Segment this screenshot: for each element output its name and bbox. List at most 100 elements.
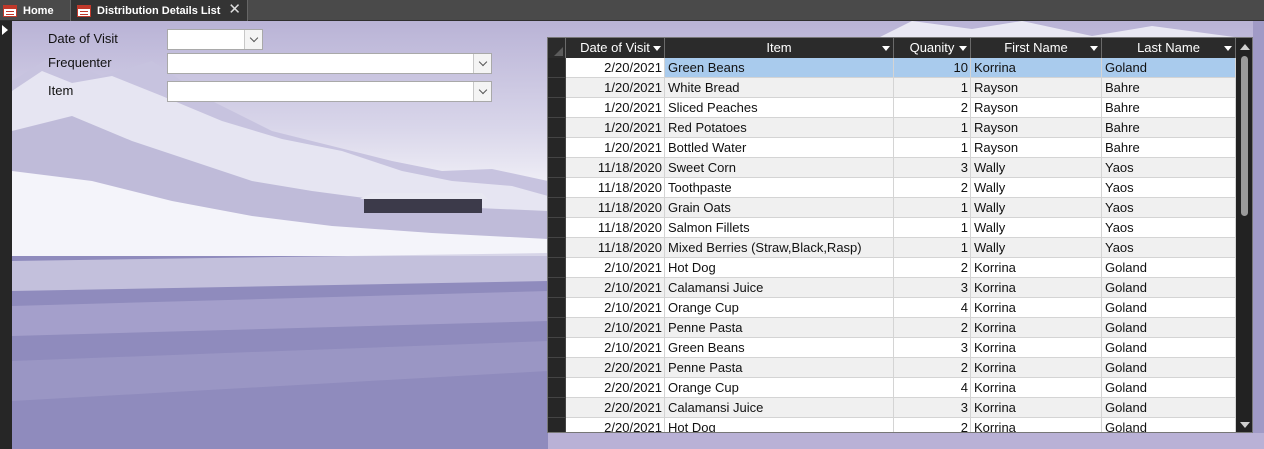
cell-item[interactable]: Toothpaste (665, 178, 894, 198)
cell-date-of-visit[interactable]: 11/18/2020 (566, 238, 665, 258)
cell-item[interactable]: Orange Cup (665, 378, 894, 398)
vertical-scrollbar[interactable] (1236, 38, 1252, 432)
cell-last-name[interactable]: Goland (1102, 358, 1236, 378)
cell-item[interactable]: Grain Oats (665, 198, 894, 218)
cell-date-of-visit[interactable]: 11/18/2020 (566, 178, 665, 198)
cell-quantity[interactable]: 3 (894, 338, 971, 358)
cell-item[interactable]: Calamansi Juice (665, 278, 894, 298)
cell-item[interactable]: Hot Dog (665, 258, 894, 278)
cell-quantity[interactable]: 1 (894, 78, 971, 98)
select-all-corner[interactable] (548, 38, 566, 58)
cell-quantity[interactable]: 2 (894, 418, 971, 432)
table-row[interactable]: 11/18/2020 Salmon Fillets 1 Wally Yaos (548, 218, 1236, 238)
cell-date-of-visit[interactable]: 1/20/2021 (566, 98, 665, 118)
cell-last-name[interactable]: Goland (1102, 338, 1236, 358)
cell-first-name[interactable]: Korrina (971, 338, 1102, 358)
cell-last-name[interactable]: Yaos (1102, 198, 1236, 218)
row-selector[interactable] (548, 98, 566, 118)
cell-first-name[interactable]: Wally (971, 238, 1102, 258)
cell-quantity[interactable]: 3 (894, 398, 971, 418)
cell-date-of-visit[interactable]: 11/18/2020 (566, 158, 665, 178)
table-row[interactable]: 2/20/2021 Hot Dog 2 Korrina Goland (548, 418, 1236, 432)
cell-first-name[interactable]: Rayson (971, 78, 1102, 98)
row-selector[interactable] (548, 78, 566, 98)
cell-quantity[interactable]: 1 (894, 238, 971, 258)
cell-item[interactable]: Green Beans (665, 338, 894, 358)
cell-date-of-visit[interactable]: 11/18/2020 (566, 198, 665, 218)
row-selector[interactable] (548, 398, 566, 418)
cell-first-name[interactable]: Korrina (971, 318, 1102, 338)
cell-item[interactable]: Sliced Peaches (665, 98, 894, 118)
cell-first-name[interactable]: Korrina (971, 418, 1102, 432)
cell-quantity[interactable]: 2 (894, 318, 971, 338)
cell-last-name[interactable]: Bahre (1102, 118, 1236, 138)
close-tab-icon[interactable]: ✕ (228, 2, 241, 18)
row-selector[interactable] (548, 58, 566, 78)
row-selector[interactable] (548, 158, 566, 178)
table-row[interactable]: 11/18/2020 Sweet Corn 3 Wally Yaos (548, 158, 1236, 178)
cell-date-of-visit[interactable]: 1/20/2021 (566, 138, 665, 158)
table-row[interactable]: 2/20/2021 Penne Pasta 2 Korrina Goland (548, 358, 1236, 378)
cell-quantity[interactable]: 1 (894, 118, 971, 138)
row-selector[interactable] (548, 198, 566, 218)
scroll-down-arrow-icon[interactable] (1240, 422, 1250, 428)
cell-quantity[interactable]: 1 (894, 198, 971, 218)
cell-quantity[interactable]: 2 (894, 178, 971, 198)
row-selector[interactable] (548, 358, 566, 378)
cell-quantity[interactable]: 4 (894, 298, 971, 318)
row-selector[interactable] (548, 418, 566, 432)
column-header-date-of-visit[interactable]: Date of Visit (566, 38, 665, 58)
row-selector[interactable] (548, 298, 566, 318)
cell-last-name[interactable]: Goland (1102, 258, 1236, 278)
cell-last-name[interactable]: Yaos (1102, 178, 1236, 198)
cell-first-name[interactable]: Korrina (971, 258, 1102, 278)
table-row[interactable]: 1/20/2021 Red Potatoes 1 Rayson Bahre (548, 118, 1236, 138)
table-row[interactable]: 2/10/2021 Orange Cup 4 Korrina Goland (548, 298, 1236, 318)
cell-date-of-visit[interactable]: 2/20/2021 (566, 418, 665, 432)
sort-dropdown-icon[interactable] (1224, 46, 1232, 51)
cell-item[interactable]: Mixed Berries (Straw,Black,Rasp) (665, 238, 894, 258)
chevron-down-icon[interactable] (244, 30, 262, 49)
item-combo[interactable] (167, 81, 492, 102)
cell-first-name[interactable]: Rayson (971, 138, 1102, 158)
tab-home[interactable]: Home (0, 0, 68, 21)
cell-last-name[interactable]: Yaos (1102, 238, 1236, 258)
sort-dropdown-icon[interactable] (653, 46, 661, 51)
cell-date-of-visit[interactable]: 2/20/2021 (566, 58, 665, 78)
cell-last-name[interactable]: Yaos (1102, 158, 1236, 178)
cell-last-name[interactable]: Goland (1102, 278, 1236, 298)
cell-quantity[interactable]: 1 (894, 218, 971, 238)
cell-date-of-visit[interactable]: 2/10/2021 (566, 338, 665, 358)
cell-last-name[interactable]: Bahre (1102, 138, 1236, 158)
frequenter-combo[interactable] (167, 53, 492, 74)
sort-dropdown-icon[interactable] (959, 46, 967, 51)
scroll-up-arrow-icon[interactable] (1240, 44, 1250, 50)
cell-item[interactable]: Salmon Fillets (665, 218, 894, 238)
table-row[interactable]: 11/18/2020 Mixed Berries (Straw,Black,Ras… (548, 238, 1236, 258)
cell-last-name[interactable]: Bahre (1102, 98, 1236, 118)
sort-dropdown-icon[interactable] (882, 46, 890, 51)
cell-first-name[interactable]: Korrina (971, 278, 1102, 298)
form-record-selector[interactable] (0, 21, 12, 449)
table-row[interactable]: 11/18/2020 Grain Oats 1 Wally Yaos (548, 198, 1236, 218)
row-selector[interactable] (548, 378, 566, 398)
sort-dropdown-icon[interactable] (1090, 46, 1098, 51)
row-selector[interactable] (548, 258, 566, 278)
cell-date-of-visit[interactable]: 2/10/2021 (566, 258, 665, 278)
cell-first-name[interactable]: Rayson (971, 118, 1102, 138)
table-row[interactable]: 1/20/2021 White Bread 1 Rayson Bahre (548, 78, 1236, 98)
cell-item[interactable]: Orange Cup (665, 298, 894, 318)
cell-date-of-visit[interactable]: 2/10/2021 (566, 278, 665, 298)
table-row[interactable]: 2/20/2021 Green Beans 10 Korrina Goland (548, 58, 1236, 78)
column-header-quantity[interactable]: Quanity (894, 38, 971, 58)
cell-item[interactable]: Bottled Water (665, 138, 894, 158)
cell-quantity[interactable]: 10 (894, 58, 971, 78)
cell-first-name[interactable]: Korrina (971, 58, 1102, 78)
cell-date-of-visit[interactable]: 2/20/2021 (566, 398, 665, 418)
cell-item[interactable]: Red Potatoes (665, 118, 894, 138)
cell-item[interactable]: Hot Dog (665, 418, 894, 432)
table-row[interactable]: 2/10/2021 Hot Dog 2 Korrina Goland (548, 258, 1236, 278)
cell-date-of-visit[interactable]: 2/20/2021 (566, 378, 665, 398)
cell-first-name[interactable]: Wally (971, 158, 1102, 178)
cell-last-name[interactable]: Goland (1102, 418, 1236, 432)
